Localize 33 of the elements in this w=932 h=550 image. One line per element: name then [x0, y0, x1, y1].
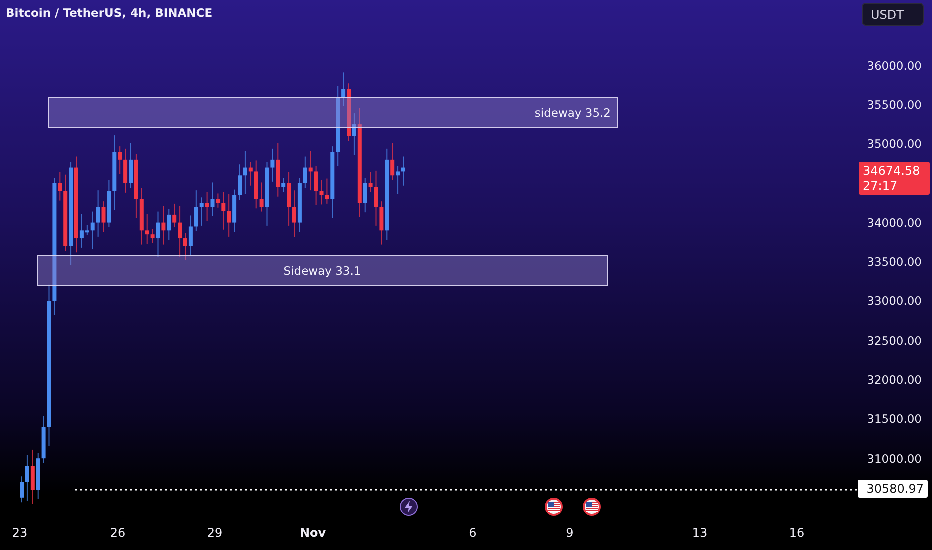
time-tick-label: 23: [12, 526, 28, 540]
price-tick-label: 31000.00: [867, 452, 922, 466]
price-tick-label: 34000.00: [867, 216, 922, 230]
price-tick-label: 35500.00: [867, 98, 922, 112]
price-tick-label: 35000.00: [867, 137, 922, 152]
event-marker[interactable]: [583, 498, 601, 516]
time-tick-label: 13: [692, 526, 708, 540]
price-tick-label: 31500.00: [867, 412, 922, 426]
chart-title: Bitcoin / TetherUS, 4h, BINANCE: [6, 6, 213, 20]
zone-label: sideway 35.2: [534, 106, 611, 120]
time-tick-label: 6: [469, 526, 477, 540]
price-tick-label: 36000.00: [867, 58, 922, 73]
last-price: 34674.58: [863, 164, 922, 178]
zone-rectangle[interactable]: sideway 35.2: [48, 97, 618, 128]
event-marker[interactable]: [545, 498, 563, 516]
zone-rectangle[interactable]: Sideway 33.1: [37, 255, 608, 286]
price-tick-label: 32000.00: [867, 373, 922, 387]
time-tick-label: 26: [110, 526, 126, 540]
time-tick-label: Nov: [300, 526, 326, 540]
event-marker[interactable]: [400, 498, 418, 516]
bar-countdown: 27:17: [863, 179, 899, 193]
zone-label: Sideway 33.1: [284, 264, 362, 278]
price-tick-label: 33000.00: [867, 294, 922, 308]
flag-icon: [548, 502, 560, 512]
flag-icon: [586, 502, 598, 512]
time-tick-label: 9: [566, 526, 574, 540]
currency-button[interactable]: USDT: [862, 3, 924, 26]
price-tick-label: 32500.00: [867, 334, 922, 348]
time-tick-label: 29: [207, 526, 223, 540]
marked-price-tag: 30580.97: [858, 480, 928, 498]
lightning-icon: [404, 501, 414, 513]
price-tick-label: 33500.00: [867, 255, 922, 270]
time-tick-label: 16: [789, 526, 805, 540]
